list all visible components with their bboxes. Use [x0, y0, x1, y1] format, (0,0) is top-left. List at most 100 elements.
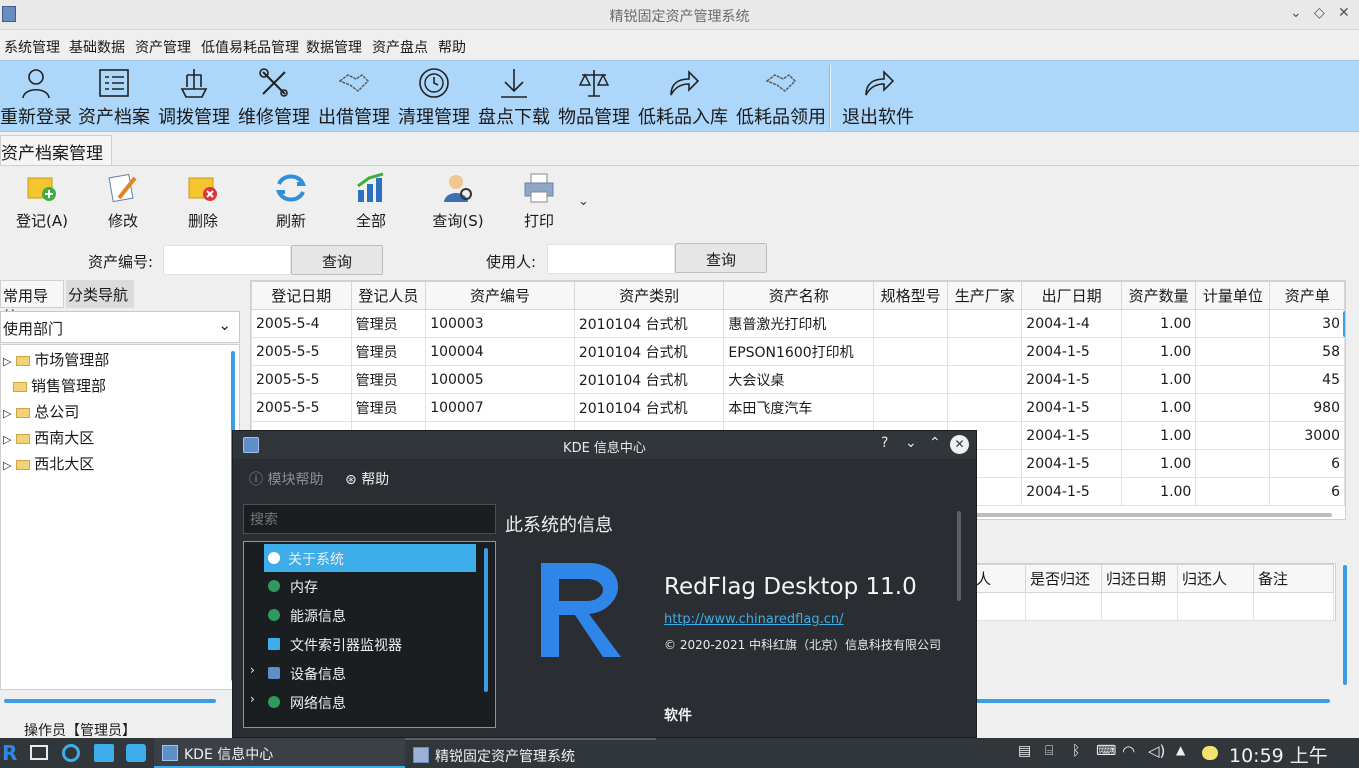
task-kde-info-center[interactable]: KDE 信息中心 — [154, 738, 405, 768]
module-item-about[interactable]: 关于系统 — [264, 544, 476, 572]
lend-grid-hscrollbar[interactable] — [976, 699, 1330, 703]
grid-hscrollbar[interactable] — [960, 513, 1332, 517]
asset-no-input[interactable] — [163, 245, 291, 275]
relogin-button[interactable]: 重新登录 — [0, 61, 72, 133]
grid-vscrollbar[interactable] — [1343, 311, 1345, 337]
keyboard-icon[interactable]: ⌨ — [1096, 743, 1116, 759]
column-header[interactable]: 资产编号 — [425, 281, 575, 310]
module-help-button[interactable]: ⓘ 模块帮助 — [249, 469, 323, 489]
lend-grid-vscrollbar[interactable] — [1343, 565, 1347, 685]
module-item-file-indexer[interactable]: 文件索引器监视器 — [244, 630, 484, 658]
bluetooth-icon[interactable]: ᛒ — [1072, 743, 1080, 759]
content-scrollbar[interactable] — [957, 511, 961, 601]
maximize-icon[interactable]: ◇ — [1314, 5, 1325, 21]
tab-common-nav[interactable]: 常用导航 — [0, 280, 64, 326]
help-icon[interactable]: ? — [881, 435, 888, 451]
tree-hscrollbar[interactable] — [4, 699, 216, 703]
table-row[interactable] — [971, 592, 1334, 621]
chevron-right-icon[interactable]: › — [250, 692, 255, 706]
module-item-devices[interactable]: › 设备信息 — [244, 659, 484, 687]
help-button[interactable]: ⊛ 帮助 — [345, 469, 389, 489]
transfer-button[interactable]: 调拨管理 — [156, 61, 232, 133]
consumable-use-button[interactable]: 低耗品领用 — [734, 61, 828, 133]
close-icon[interactable]: ✕ — [1338, 5, 1350, 21]
inventory-download-button[interactable]: 盘点下载 — [476, 61, 552, 133]
menu-system[interactable]: 系统管理 — [4, 37, 60, 57]
column-header[interactable]: 资产类别 — [573, 281, 725, 310]
repair-button[interactable]: 维修管理 — [236, 61, 312, 133]
refresh-button[interactable]: 刷新 — [266, 170, 316, 234]
table-row[interactable]: 2005-5-4 管理员 100003 2010104 台式机 惠普激光打印机 2004-… — [251, 309, 1345, 338]
column-header[interactable]: 出厂日期 — [1021, 281, 1122, 310]
module-list-scrollbar[interactable] — [484, 548, 488, 692]
clock[interactable]: 10:59 上午 — [1229, 741, 1328, 768]
menu-consumables[interactable]: 低值易耗品管理 — [201, 37, 299, 57]
table-row[interactable]: 2005-5-5 管理员 100004 2010104 台式机 EPSON1600打印机… — [251, 337, 1345, 366]
minimize-icon[interactable]: ⌄ — [905, 435, 917, 451]
column-header[interactable]: 资产单 — [1269, 281, 1345, 310]
tree-item-hq[interactable]: ▷ 总公司 — [1, 401, 79, 425]
menu-data[interactable]: 数据管理 — [306, 37, 362, 57]
module-item-network[interactable]: › 网络信息 — [244, 688, 484, 716]
department-select[interactable]: 使用部门 ⌄ — [0, 311, 240, 343]
user-query-button[interactable]: 查询 — [675, 243, 767, 273]
delete-button[interactable]: 删除 — [178, 170, 228, 234]
minimize-icon[interactable]: ⌄ — [1290, 5, 1302, 21]
file-manager-icon[interactable] — [94, 744, 114, 762]
menu-asset[interactable]: 资产管理 — [135, 37, 191, 57]
column-header[interactable]: 规格型号 — [873, 281, 949, 310]
column-header[interactable]: 生产厂家 — [947, 281, 1023, 310]
wifi-icon[interactable]: ◠ — [1122, 742, 1135, 760]
close-icon[interactable]: ✕ — [950, 435, 969, 454]
column-header[interactable]: 资产名称 — [723, 281, 875, 310]
column-header[interactable]: 计量单位 — [1195, 281, 1271, 310]
goods-management-button[interactable]: 物品管理 — [556, 61, 632, 133]
menu-help[interactable]: 帮助 — [438, 37, 466, 57]
tab-category-nav[interactable]: 分类导航 — [66, 280, 134, 308]
tray-expand-icon[interactable]: ▲ — [1176, 743, 1185, 757]
asset-archive-button[interactable]: 资产档案 — [76, 61, 152, 133]
clipboard-icon[interactable]: ▤ — [1018, 743, 1031, 759]
browser-icon[interactable] — [62, 744, 80, 762]
exit-button[interactable]: 退出软件 — [838, 61, 918, 133]
tree-item-market[interactable]: ▷ 市场管理部 — [1, 349, 109, 373]
consumable-stock-in-button[interactable]: 低耗品入库 — [636, 61, 730, 133]
all-button[interactable]: 全部 — [346, 170, 396, 234]
notification-icon[interactable] — [1202, 746, 1218, 760]
user-input[interactable] — [547, 244, 675, 274]
query-button[interactable]: 查询(S) — [428, 170, 488, 234]
print-button[interactable]: 打印 — [514, 170, 564, 234]
chevron-down-icon[interactable]: ⌄ — [578, 194, 589, 209]
tree-item-northwest[interactable]: ▷ 西北大区 — [1, 453, 94, 477]
cleanup-button[interactable]: 清理管理 — [396, 61, 472, 133]
desktop-icon[interactable] — [30, 745, 48, 760]
asset-no-query-button[interactable]: 查询 — [291, 245, 383, 275]
column-header[interactable]: 归还日期 — [1101, 564, 1178, 593]
column-header[interactable]: 资产数量 — [1120, 281, 1197, 310]
table-row[interactable]: 2005-5-5 管理员 100005 2010104 台式机 大会议桌 2004-1-5… — [251, 365, 1345, 394]
tab-asset-archive[interactable]: 资产档案管理 — [0, 135, 112, 165]
module-search-input[interactable] — [243, 504, 496, 534]
start-menu-icon[interactable]: R — [2, 741, 17, 765]
maximize-icon[interactable]: ⌃ — [929, 435, 941, 451]
task-asset-system[interactable]: 精锐固定资产管理系统 — [405, 738, 656, 768]
column-header[interactable]: 备注 — [1253, 564, 1334, 593]
column-header[interactable]: 登记人员 — [350, 281, 427, 310]
chevron-right-icon[interactable]: › — [250, 663, 255, 677]
module-item-energy[interactable]: 能源信息 — [244, 601, 484, 629]
column-header[interactable]: 人 — [971, 564, 1026, 593]
tree-item-southwest[interactable]: ▷ 西南大区 — [1, 427, 94, 451]
usb-icon[interactable]: ⌸ — [1045, 743, 1053, 759]
lend-button[interactable]: 出借管理 — [316, 61, 392, 133]
modify-button[interactable]: 修改 — [98, 170, 148, 234]
tree-item-sales[interactable]: 销售管理部 — [13, 375, 106, 399]
column-header[interactable]: 归还人 — [1177, 564, 1254, 593]
menu-basic-data[interactable]: 基础数据 — [69, 37, 125, 57]
menu-inventory[interactable]: 资产盘点 — [372, 37, 428, 57]
register-button[interactable]: 登记(A) — [12, 170, 72, 234]
column-header[interactable]: 是否归还 — [1025, 564, 1102, 593]
table-row[interactable]: 2005-5-5 管理员 100007 2010104 台式机 本田飞度汽车 2004-1… — [251, 393, 1345, 422]
product-url-link[interactable]: http://www.chinaredflag.cn/ — [664, 612, 843, 627]
volume-icon[interactable]: ◁) — [1148, 742, 1165, 760]
module-item-memory[interactable]: 内存 — [244, 572, 484, 600]
